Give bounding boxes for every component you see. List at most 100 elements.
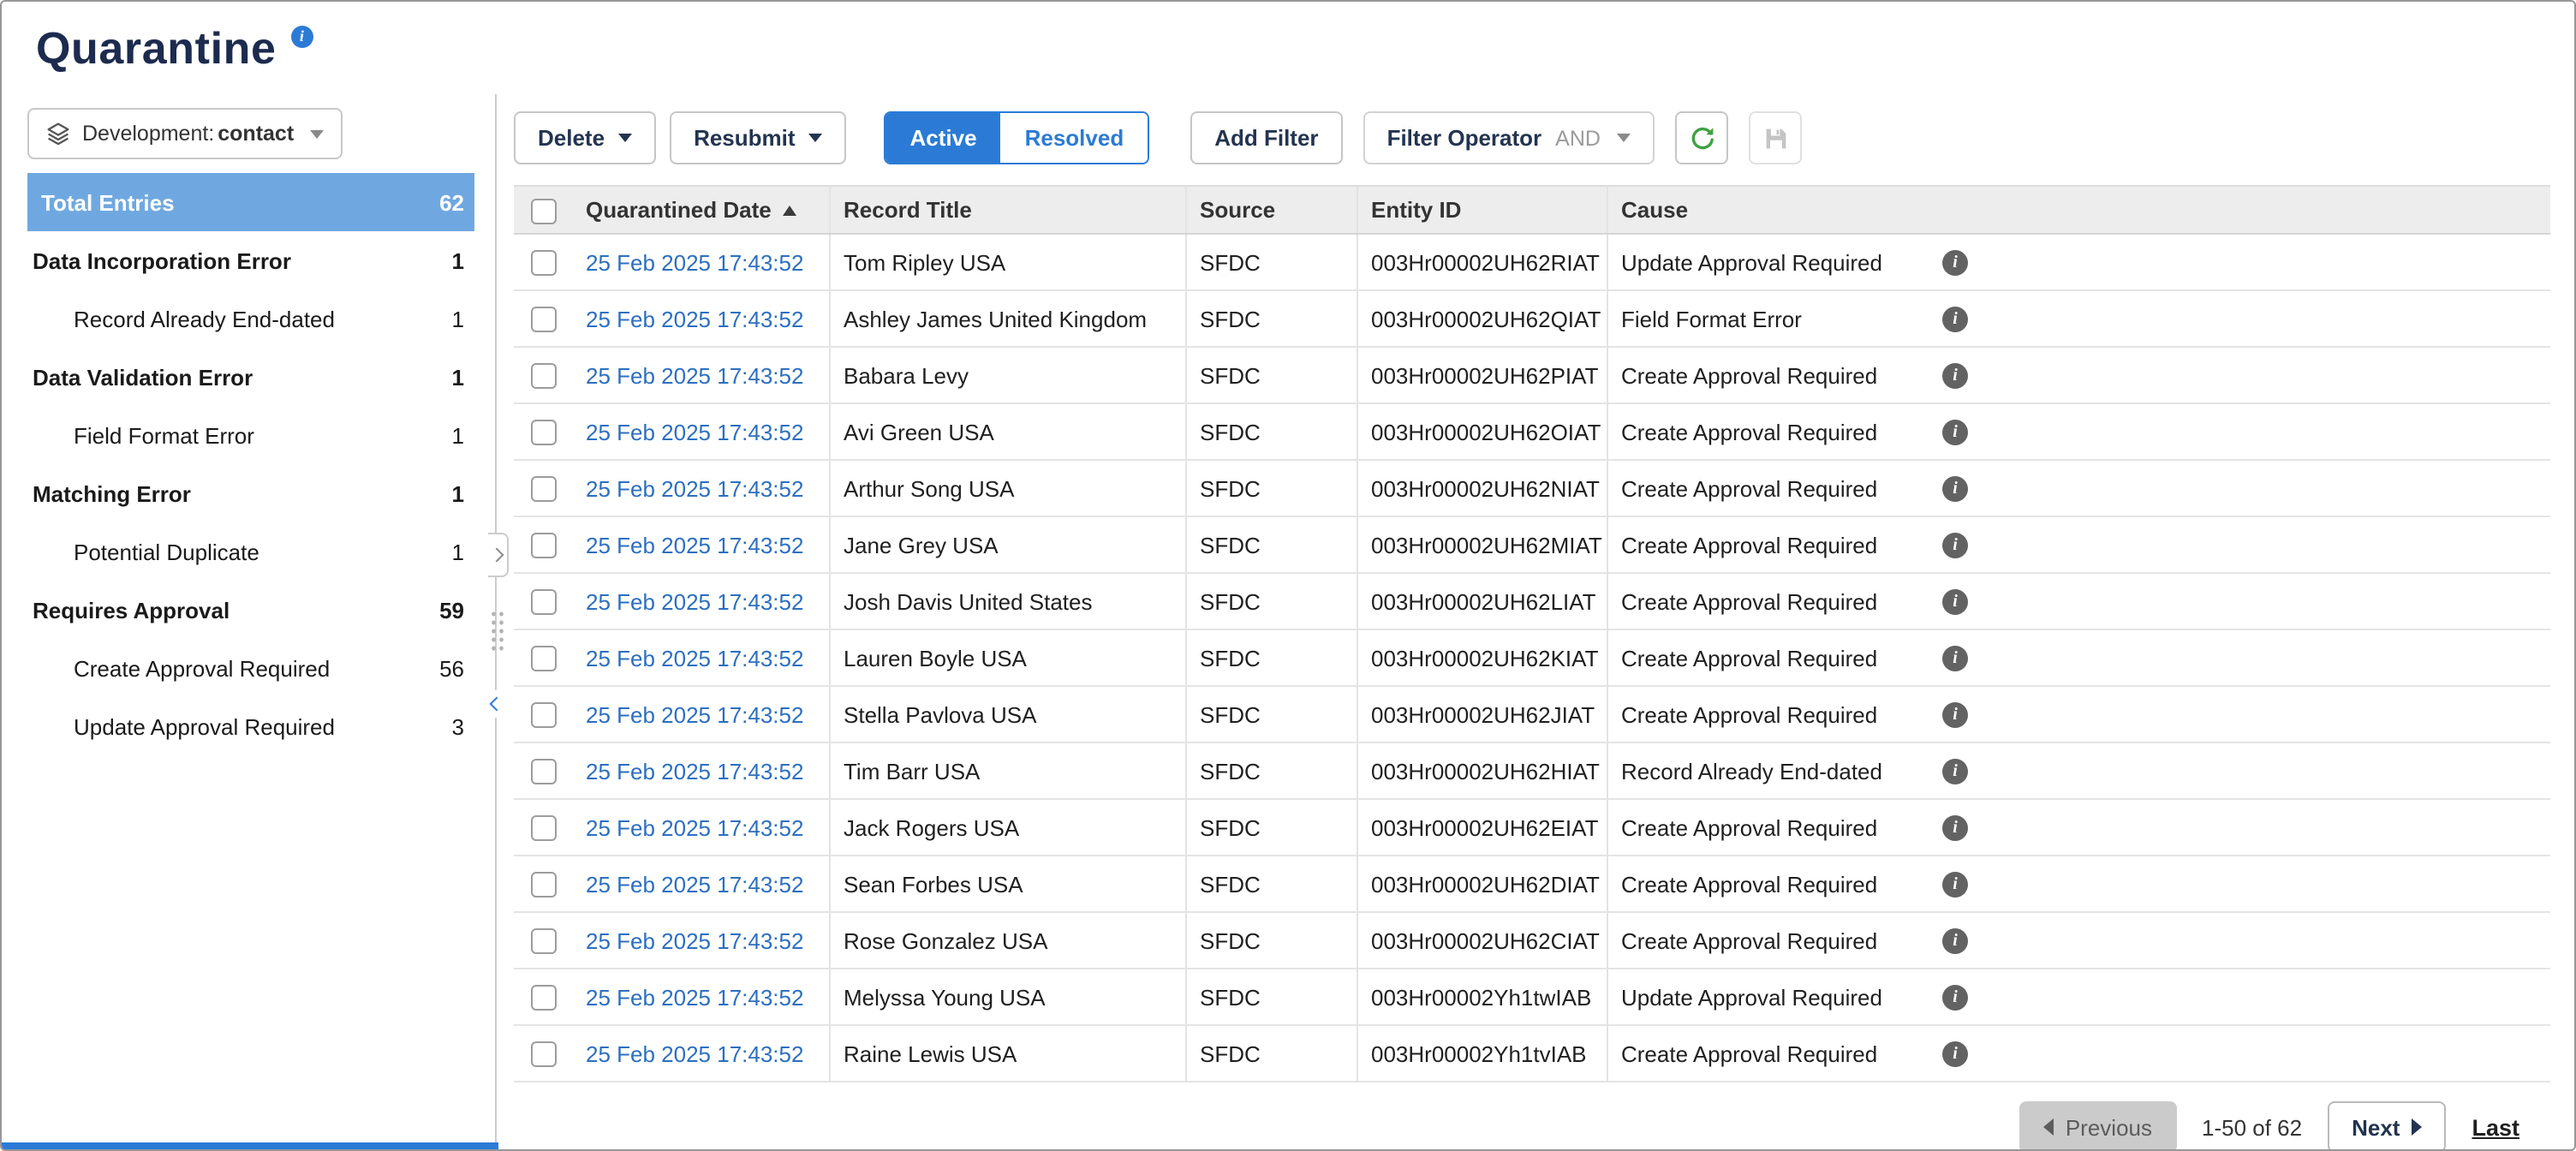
column-header-record-title[interactable]: Record Title xyxy=(829,186,1185,234)
quarantined-date-link[interactable]: 25 Feb 2025 17:43:52 xyxy=(586,645,803,671)
quarantined-date-link[interactable]: 25 Feb 2025 17:43:52 xyxy=(586,984,803,1010)
table-row: 25 Feb 2025 17:43:52 Jack Rogers USA SFD… xyxy=(514,799,2550,856)
row-checkbox[interactable] xyxy=(530,589,556,615)
cause-info-icon[interactable] xyxy=(1942,646,1968,671)
row-checkbox[interactable] xyxy=(530,307,556,332)
tab-active[interactable]: Active xyxy=(886,113,1001,163)
chevron-down-icon xyxy=(309,129,323,138)
quarantined-date-link[interactable]: 25 Feb 2025 17:43:52 xyxy=(586,475,803,501)
select-all-checkbox[interactable] xyxy=(530,198,556,224)
cause-cell: Create Approval Required xyxy=(1607,686,1929,742)
row-checkbox[interactable] xyxy=(530,759,556,784)
cause-info-icon[interactable] xyxy=(1942,533,1968,558)
column-header-source[interactable]: Source xyxy=(1185,186,1357,234)
sidebar-category-item[interactable]: Data Validation Error 1 xyxy=(27,348,474,406)
entity-id-cell: 003Hr00002UH62EIAT xyxy=(1357,799,1607,856)
pagination: Previous 1-50 of 62 Next Last xyxy=(514,1082,2550,1151)
table-row: 25 Feb 2025 17:43:52 Melyssa Young USA S… xyxy=(514,969,2550,1025)
row-checkbox[interactable] xyxy=(530,928,556,954)
sidebar-category-item[interactable]: Field Format Error 1 xyxy=(27,406,474,464)
cause-info-icon[interactable] xyxy=(1942,702,1968,728)
cause-info-icon[interactable] xyxy=(1942,985,1968,1011)
tab-resolved[interactable]: Resolved xyxy=(1001,113,1148,163)
sidebar-category-item[interactable]: Create Approval Required 56 xyxy=(27,639,474,697)
cause-info-icon[interactable] xyxy=(1942,1041,1968,1067)
page-info-icon[interactable] xyxy=(290,26,313,48)
quarantined-date-link[interactable]: 25 Feb 2025 17:43:52 xyxy=(586,419,803,444)
row-checkbox[interactable] xyxy=(530,702,556,728)
quarantined-date-link[interactable]: 25 Feb 2025 17:43:52 xyxy=(586,927,803,953)
environment-selector[interactable]: Development:contact xyxy=(27,108,342,159)
sidebar-category-item[interactable]: Update Approval Required 3 xyxy=(27,697,474,755)
sidebar-category-item[interactable]: Record Already End-dated 1 xyxy=(27,289,474,348)
row-checkbox[interactable] xyxy=(530,476,556,502)
cause-info-icon[interactable] xyxy=(1942,476,1968,502)
status-toggle: Active Resolved xyxy=(885,111,1150,164)
row-checkbox[interactable] xyxy=(530,985,556,1011)
quarantined-date-link[interactable]: 25 Feb 2025 17:43:52 xyxy=(586,362,803,388)
row-checkbox[interactable] xyxy=(530,363,556,389)
cause-info-icon[interactable] xyxy=(1942,928,1968,954)
table-row: 25 Feb 2025 17:43:52 Babara Levy SFDC 00… xyxy=(514,347,2550,403)
category-count: 59 xyxy=(439,597,464,623)
cause-info-icon[interactable] xyxy=(1942,420,1968,445)
cause-info-icon[interactable] xyxy=(1942,307,1968,332)
quarantine-window: Quarantine Development:contact Total Ent… xyxy=(0,0,2576,1151)
column-header-quarantined-date[interactable]: Quarantined Date xyxy=(572,186,829,234)
last-page-link[interactable]: Last xyxy=(2472,1114,2519,1140)
category-count: 1 xyxy=(452,539,464,564)
delete-button[interactable]: Delete xyxy=(514,111,656,164)
refresh-button[interactable] xyxy=(1676,111,1729,164)
chevron-left-icon xyxy=(490,697,504,712)
cause-info-icon[interactable] xyxy=(1942,872,1968,898)
row-checkbox[interactable] xyxy=(530,646,556,671)
row-checkbox[interactable] xyxy=(530,533,556,558)
quarantined-date-link[interactable]: 25 Feb 2025 17:43:52 xyxy=(586,701,803,727)
record-title-cell: Jane Grey USA xyxy=(829,516,1185,573)
resubmit-button[interactable]: Resubmit xyxy=(670,111,846,164)
filter-operator-dropdown[interactable]: Filter Operator AND xyxy=(1363,111,1655,164)
table-row: 25 Feb 2025 17:43:52 Tim Barr USA SFDC 0… xyxy=(514,742,2550,799)
column-header-cause[interactable]: Cause xyxy=(1607,186,1929,234)
cause-info-icon[interactable] xyxy=(1942,759,1968,784)
entity-id-cell: 003Hr00002Yh1tvIAB xyxy=(1357,1025,1607,1082)
row-checkbox[interactable] xyxy=(530,872,556,898)
cause-info-icon[interactable] xyxy=(1942,363,1968,389)
table-row: 25 Feb 2025 17:43:52 Rose Gonzalez USA S… xyxy=(514,912,2550,969)
source-cell: SFDC xyxy=(1185,742,1357,799)
entity-id-cell: 003Hr00002Yh1twIAB xyxy=(1357,969,1607,1025)
cause-info-icon[interactable] xyxy=(1942,589,1968,615)
entity-id-cell: 003Hr00002UH62CIAT xyxy=(1357,912,1607,969)
sidebar-category-item[interactable]: Potential Duplicate 1 xyxy=(27,522,474,581)
previous-page-button[interactable]: Previous xyxy=(2019,1101,2176,1151)
collapse-sidebar-handle[interactable] xyxy=(488,690,509,718)
quarantined-date-link[interactable]: 25 Feb 2025 17:43:52 xyxy=(586,871,803,897)
quarantined-date-link[interactable]: 25 Feb 2025 17:43:52 xyxy=(586,249,803,275)
quarantined-date-link[interactable]: 25 Feb 2025 17:43:52 xyxy=(586,532,803,558)
category-count: 56 xyxy=(439,655,464,681)
quarantined-date-link[interactable]: 25 Feb 2025 17:43:52 xyxy=(586,588,803,614)
cause-info-icon[interactable] xyxy=(1942,250,1968,276)
column-header-entity-id[interactable]: Entity ID xyxy=(1357,186,1607,234)
row-checkbox[interactable] xyxy=(530,815,556,841)
toolbar: Delete Resubmit Active Resolved Add Filt… xyxy=(514,111,2550,164)
splitter-drag-handle[interactable] xyxy=(490,610,505,651)
quarantined-date-link[interactable]: 25 Feb 2025 17:43:52 xyxy=(586,758,803,784)
sort-ascending-icon xyxy=(784,206,797,216)
row-checkbox[interactable] xyxy=(530,1041,556,1067)
sidebar-category-item[interactable]: Data Incorporation Error 1 xyxy=(27,231,474,289)
row-checkbox[interactable] xyxy=(530,420,556,445)
quarantined-date-link[interactable]: 25 Feb 2025 17:43:52 xyxy=(586,814,803,840)
row-checkbox[interactable] xyxy=(530,250,556,276)
expand-panel-handle[interactable] xyxy=(488,533,509,577)
table-row: 25 Feb 2025 17:43:52 Stella Pavlova USA … xyxy=(514,686,2550,742)
cause-info-icon[interactable] xyxy=(1942,815,1968,841)
quarantined-date-link[interactable]: 25 Feb 2025 17:43:52 xyxy=(586,306,803,331)
sidebar-category-item[interactable]: Matching Error 1 xyxy=(27,464,474,522)
add-filter-button[interactable]: Add Filter xyxy=(1190,111,1342,164)
save-button[interactable] xyxy=(1750,111,1803,164)
next-page-button[interactable]: Next xyxy=(2328,1101,2446,1151)
sidebar-category-item[interactable]: Total Entries 62 xyxy=(27,173,474,231)
sidebar-category-item[interactable]: Requires Approval 59 xyxy=(27,581,474,639)
quarantined-date-link[interactable]: 25 Feb 2025 17:43:52 xyxy=(586,1041,803,1066)
